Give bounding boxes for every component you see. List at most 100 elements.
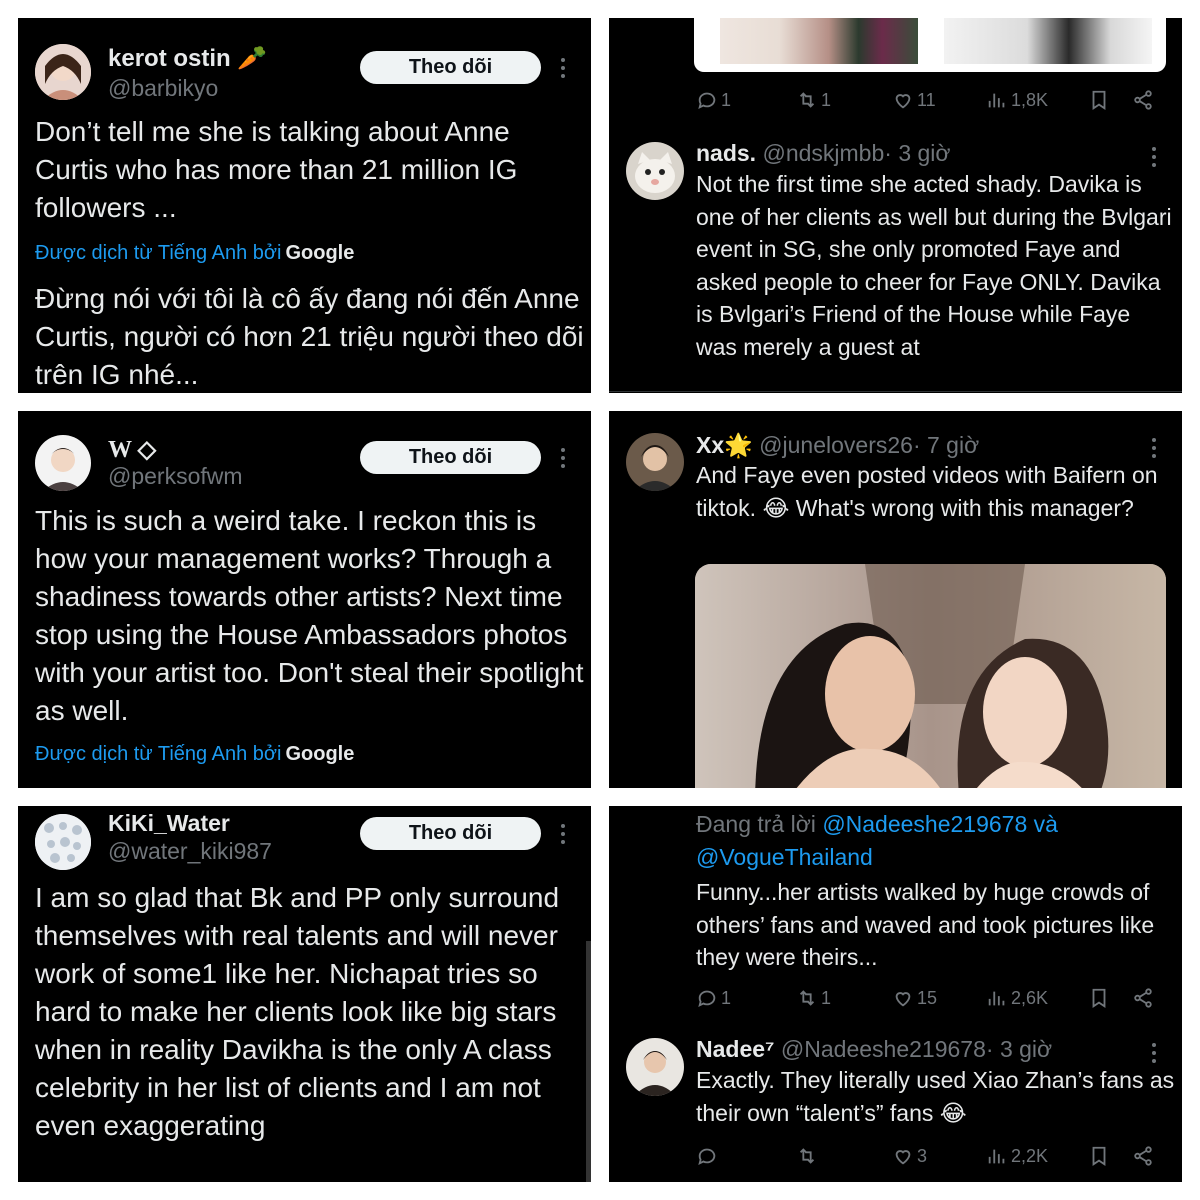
views-icon (988, 991, 1005, 1006)
bookmark-icon (1092, 90, 1106, 110)
reply-count: 1 (721, 987, 732, 1008)
display-name[interactable]: Nadee⁷ (696, 1036, 775, 1062)
display-name[interactable]: Xx🌟 (696, 432, 753, 458)
like-button[interactable]: 3 (892, 1142, 927, 1170)
translation-attribution[interactable]: Được dịch từ Tiếng Anh bởi Google (35, 743, 354, 766)
user-handle[interactable]: @barbikyo (108, 75, 218, 102)
translation-attribution[interactable]: Được dịch từ Tiếng Anh bởi Google (35, 242, 354, 265)
mention-link[interactable]: @VogueThailand (696, 844, 873, 870)
like-count: 15 (917, 987, 938, 1008)
user-handle[interactable]: @water_kiki987 (108, 838, 272, 865)
tweet-text: Funny...her artists walked by huge crowd… (696, 879, 1155, 970)
google-logo: Google (285, 242, 355, 264)
views-icon (988, 93, 1005, 108)
mention-and: và (1033, 811, 1058, 837)
repost-icon (799, 1148, 815, 1164)
display-name[interactable]: KiKi_Water (108, 810, 230, 837)
scrollbar[interactable] (586, 941, 591, 1182)
views-button[interactable]: 2,2K (986, 1142, 1048, 1170)
display-name[interactable]: W ◇ (108, 435, 156, 464)
user-handle[interactable]: @junelovers26 (759, 432, 913, 458)
share-icon (1134, 90, 1152, 110)
like-button[interactable]: 11 (892, 86, 936, 114)
views-button[interactable]: 1,8K (986, 86, 1048, 114)
views-count: 2,2K (1011, 1145, 1049, 1166)
more-options-icon[interactable] (1151, 146, 1157, 168)
media-image-left[interactable] (720, 18, 918, 64)
tweet-panel-kerot-ostin: kerot ostin 🥕 @barbikyo Theo dõi Don’t t… (18, 18, 591, 393)
tweet-panel-water-kiki987: KiKi_Water @water_kiki987 Theo dõi I am … (18, 806, 591, 1182)
tweet-text: Don’t tell me she is talking about Anne … (35, 116, 518, 223)
repost-button[interactable] (796, 1142, 821, 1170)
user-avatar[interactable] (626, 142, 684, 200)
share-button[interactable] (1132, 86, 1157, 114)
heart-icon (895, 94, 911, 109)
reply-button[interactable]: 1 (696, 86, 731, 114)
tweet-text: I am so glad that Bk and PP only surroun… (35, 882, 560, 1141)
reply-icon (698, 990, 716, 1008)
more-options-icon[interactable] (560, 57, 566, 79)
replying-prefix: Đang trả lời (696, 811, 816, 837)
more-options-icon[interactable] (1151, 1042, 1157, 1064)
repost-button[interactable]: 1 (796, 86, 831, 114)
media-image-right[interactable] (944, 18, 1152, 64)
user-avatar[interactable] (626, 433, 684, 491)
tweet-panel-junelovers26: Xx🌟 @junelovers26· 7 giờ And Faye even p… (609, 411, 1182, 788)
translation-label: Được dịch từ Tiếng Anh bởi (35, 743, 282, 765)
reply-header: nads. @ndskjmbb· 3 giờ (696, 140, 950, 167)
user-avatar[interactable] (35, 814, 91, 870)
timestamp[interactable]: · 3 giờ (884, 140, 950, 166)
share-button[interactable] (1132, 984, 1157, 1012)
user-avatar[interactable] (626, 1038, 684, 1096)
timestamp[interactable]: · 7 giờ (913, 432, 979, 458)
user-handle[interactable]: @ndskjmbb (762, 140, 884, 166)
tweet-actions: 1 1 11 1,8K (696, 86, 1166, 114)
translation-label: Được dịch từ Tiếng Anh bởi (35, 242, 282, 264)
reply-header: Xx🌟 @junelovers26· 7 giờ (696, 432, 979, 459)
more-options-icon[interactable] (560, 447, 566, 469)
more-options-icon[interactable] (1151, 437, 1157, 459)
replying-to: Đang trả lời @Nadeeshe219678 và @VogueTh… (696, 808, 1176, 873)
follow-button[interactable]: Theo dõi (360, 441, 541, 474)
google-logo: Google (285, 743, 355, 765)
user-handle[interactable]: @perksofwm (108, 463, 243, 490)
attached-photo[interactable] (695, 564, 1166, 788)
like-count: 3 (917, 1145, 928, 1166)
like-button[interactable]: 15 (892, 984, 937, 1012)
user-avatar[interactable] (35, 44, 91, 100)
views-count: 1,8K (1011, 89, 1049, 110)
reply-button[interactable]: 1 (696, 984, 731, 1012)
more-options-icon[interactable] (560, 823, 566, 845)
timestamp[interactable]: · 3 giờ (986, 1036, 1052, 1062)
bookmark-button[interactable] (1088, 984, 1113, 1012)
reply-icon (698, 1148, 716, 1166)
reply-count: 1 (721, 89, 732, 110)
share-button[interactable] (1132, 1142, 1157, 1170)
bookmark-button[interactable] (1088, 86, 1113, 114)
tweet-text: And Faye even posted videos with Baifern… (696, 462, 1158, 521)
views-icon (988, 1149, 1005, 1164)
divider (609, 391, 1182, 392)
display-name[interactable]: kerot ostin 🥕 (108, 44, 267, 73)
mention-link[interactable]: @Nadeeshe219678 (822, 811, 1027, 837)
repost-icon (799, 990, 815, 1006)
translated-text: Đừng nói với tôi là cô ấy đang nói đến A… (35, 283, 584, 390)
bookmark-button[interactable] (1088, 1142, 1113, 1170)
views-button[interactable]: 2,6K (986, 984, 1048, 1012)
user-avatar[interactable] (35, 435, 91, 491)
repost-button[interactable]: 1 (796, 984, 831, 1012)
repost-count: 1 (821, 987, 832, 1008)
heart-icon (895, 1150, 911, 1165)
tweet-text: This is such a weird take. I reckon this… (35, 505, 584, 726)
reply-header: Nadee⁷ @Nadeeshe219678· 3 giờ (696, 1036, 1052, 1063)
reply-text: Not the first time she acted shady. Davi… (696, 171, 1172, 360)
follow-button[interactable]: Theo dõi (360, 51, 541, 84)
tweet-panel-replying: Đang trả lời @Nadeeshe219678 và @VogueTh… (609, 806, 1182, 1182)
bookmark-icon (1092, 988, 1106, 1008)
repost-count: 1 (821, 89, 832, 110)
reply-button[interactable] (696, 1142, 721, 1170)
share-icon (1134, 988, 1152, 1008)
display-name[interactable]: nads. (696, 140, 756, 166)
user-handle[interactable]: @Nadeeshe219678 (781, 1036, 986, 1062)
follow-button[interactable]: Theo dõi (360, 817, 541, 850)
